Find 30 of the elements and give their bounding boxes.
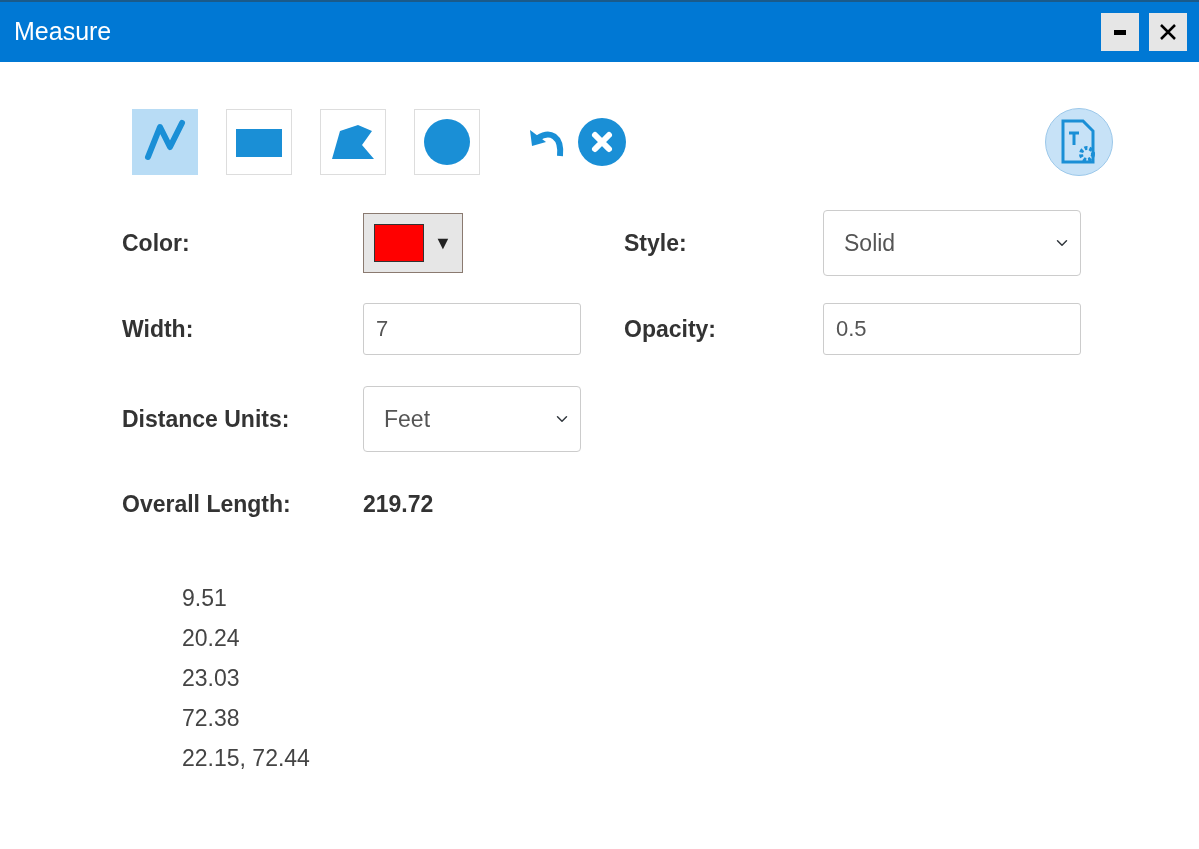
segment-length: 9.51 (182, 584, 228, 613)
field-label: Color: (122, 228, 191, 258)
clear-icon (578, 118, 626, 166)
close-icon (1159, 23, 1177, 41)
field-label: Style: (624, 228, 688, 258)
segment-length: 72.38 (182, 704, 241, 733)
segment-length: 22.15, 72.44 (182, 744, 311, 773)
polygon-tool-button[interactable] (320, 109, 386, 175)
segment-length: 23.03 (182, 664, 241, 693)
caret-icon: ▼ (434, 229, 452, 257)
field-label: Width: (122, 314, 195, 344)
text-field[interactable]: 7 (363, 303, 581, 355)
window-title: Measure (14, 16, 113, 48)
text-field[interactable]: 0.5 (823, 303, 1081, 355)
minimize-icon (1114, 29, 1126, 35)
minimize-button[interactable] (1101, 13, 1139, 51)
dropdown[interactable]: Solid (823, 210, 1081, 276)
rectangle-tool-button[interactable] (226, 109, 292, 175)
field-label: Overall Length: (122, 489, 292, 519)
dropdown[interactable]: Feet (363, 386, 581, 452)
segment-length: 20.24 (182, 624, 241, 653)
field-label: Opacity: (624, 314, 718, 344)
close-button[interactable] (1149, 13, 1187, 51)
circle-tool-button[interactable] (414, 109, 480, 175)
polyline-tool-button[interactable] (132, 109, 198, 175)
overall-length-value: 219.72 (363, 489, 435, 519)
circle-icon (422, 117, 472, 167)
field-label: Distance Units: (122, 404, 291, 434)
color-picker[interactable]: ▼ (363, 213, 463, 273)
clear-button[interactable] (578, 118, 626, 166)
